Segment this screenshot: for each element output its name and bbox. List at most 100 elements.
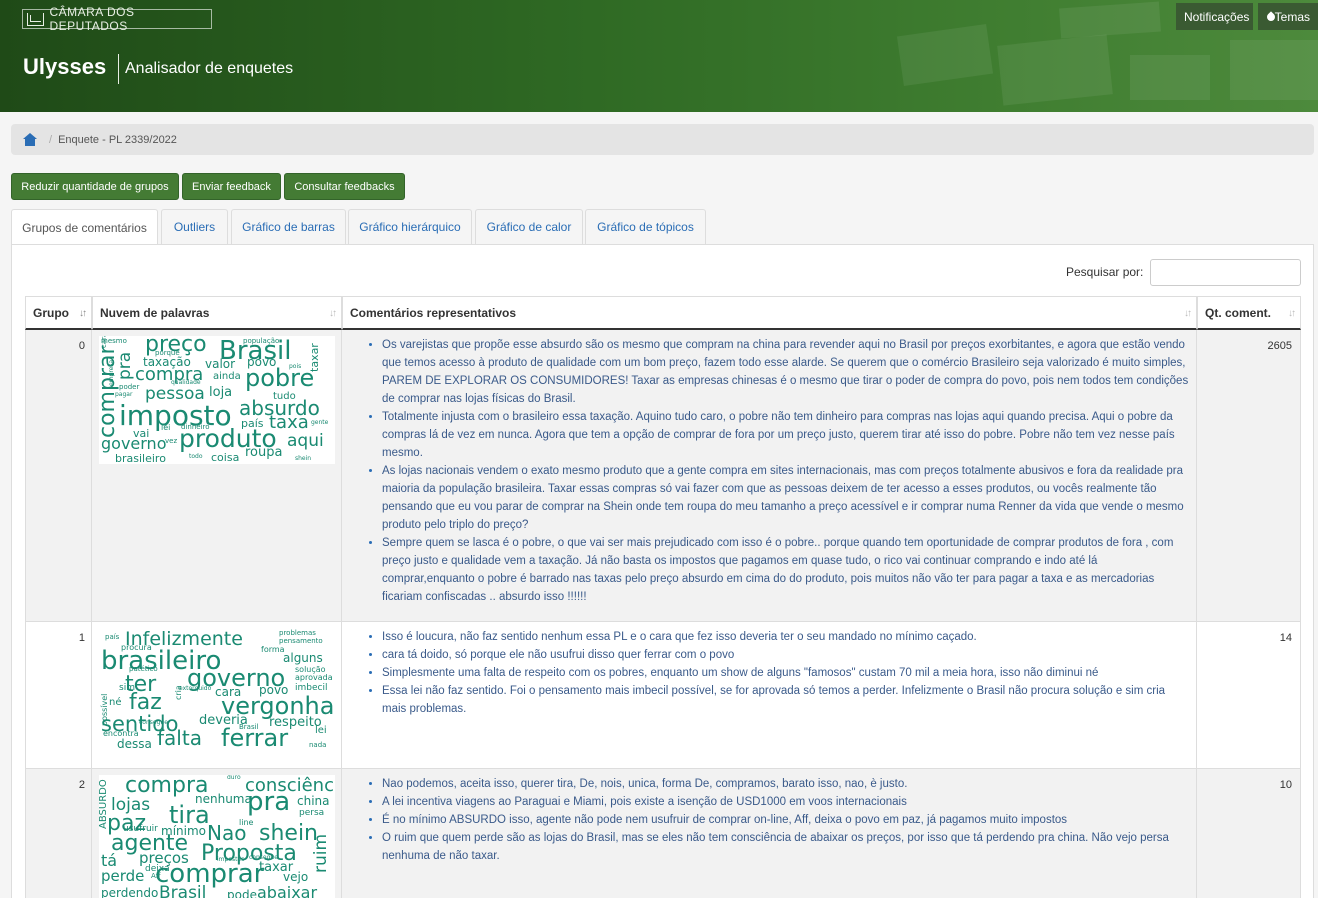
cloud-word: valor <box>205 357 236 371</box>
cloud-word: lei <box>161 423 171 432</box>
breadcrumb: / Enquete - PL 2339/2022 <box>11 124 1314 155</box>
cloud-word: poder <box>119 383 140 391</box>
comment-count: 2605 <box>1197 330 1301 621</box>
themes-button[interactable]: Temas <box>1258 3 1318 30</box>
cloud-word: porque <box>155 349 180 357</box>
title-divider <box>118 54 119 84</box>
cloud-word: país <box>105 633 120 641</box>
column-header-comments[interactable]: Comentários representativos ↓↑ <box>342 296 1197 330</box>
word-cloud-cell: preço Brasil comprar compra pobre taxaçã… <box>92 330 342 621</box>
header-decoration <box>997 34 1113 106</box>
comment-item: O ruim que quem perde são as lojas do Br… <box>382 829 1190 865</box>
reduce-groups-button[interactable]: Reduzir quantidade de grupos <box>11 173 179 200</box>
table-row: 0 preço Brasil comprar compra pobre taxa… <box>25 330 1301 622</box>
cloud-word: procura <box>121 643 152 652</box>
tab-topics-chart[interactable]: Gráfico de tópicos <box>585 209 706 244</box>
search-label: Pesquisar por: <box>1066 265 1144 279</box>
column-header-count[interactable]: Qt. coment. ↓↑ <box>1197 296 1301 330</box>
sort-icon: ↓↑ <box>1288 308 1296 319</box>
comment-item: Sempre quem se lasca é o pobre, o que va… <box>382 534 1190 606</box>
group-number: 1 <box>25 622 92 768</box>
comment-item: Isso é loucura, não faz sentido nenhum e… <box>382 628 1190 646</box>
table-row: 2 compra consciência pra lojas nenhuma c… <box>25 769 1301 898</box>
cloud-word: pagar <box>115 391 133 398</box>
cloud-word: gente <box>311 419 329 426</box>
group-number: 0 <box>25 330 92 621</box>
cloud-word: taxação <box>143 355 191 369</box>
comment-item: É no mínimo ABSURDO isso, agente não pod… <box>382 811 1190 829</box>
cloud-word: país <box>241 417 264 430</box>
cloud-word: Aff <box>151 872 161 880</box>
logo-text: CÂMARA DOS DEPUTADOS <box>49 5 135 33</box>
cloud-word: pra <box>115 351 135 380</box>
comment-item: Totalmente injusta com o brasileiro essa… <box>382 408 1190 462</box>
cloud-word: possível <box>100 693 109 726</box>
tab-panel: Pesquisar por: Grupo ↓↑ Nuvem de palavra… <box>11 244 1314 898</box>
cloud-word: empresa <box>108 359 115 386</box>
cloud-word: aqui <box>287 431 324 451</box>
comments-list: Nao podemos, aceita isso, querer tira, D… <box>362 775 1190 865</box>
header-decoration <box>1130 55 1210 100</box>
table-row: 1 Infelizmente problemas pensamento bras… <box>25 622 1301 769</box>
view-feedbacks-button[interactable]: Consultar feedbacks <box>284 173 405 200</box>
cloud-word: né <box>109 697 122 708</box>
tab-comment-groups[interactable]: Grupos de comentários <box>11 209 158 245</box>
cloud-word: china <box>297 794 330 808</box>
cloud-word: problemas <box>279 629 316 637</box>
header-decoration <box>1230 40 1318 100</box>
comment-item: A lei incentiva viagens ao Paraguai e Mi… <box>382 793 1190 811</box>
camara-logo-icon <box>27 12 45 26</box>
word-cloud-cell: Infelizmente problemas pensamento brasil… <box>92 622 342 768</box>
breadcrumb-separator: / <box>49 133 53 146</box>
cloud-word: tá <box>101 851 118 870</box>
column-header-count-label: Qt. coment. <box>1205 305 1272 320</box>
cloud-word: consegue <box>249 854 278 861</box>
cloud-word: pois <box>289 363 302 370</box>
cloud-word: nada <box>309 741 327 749</box>
cloud-word: lei <box>315 725 327 736</box>
cloud-word: aprovada <box>295 673 333 682</box>
tab-heat-chart[interactable]: Gráfico de calor <box>475 209 583 244</box>
tab-bar-chart[interactable]: Gráfico de barras <box>231 209 346 244</box>
cloud-word: patético <box>129 665 158 673</box>
camara-logo[interactable]: CÂMARA DOS DEPUTADOS <box>22 5 212 33</box>
comment-item: As lojas nacionais vendem o exato mesmo … <box>382 462 1190 534</box>
column-header-group[interactable]: Grupo ↓↑ <box>25 296 92 330</box>
home-icon[interactable] <box>23 133 37 146</box>
drop-icon <box>1266 11 1271 22</box>
comment-item: cara tá doido, só porque ele não usufrui… <box>382 646 1190 664</box>
cloud-word: forma <box>261 645 285 654</box>
cloud-word: ruim <box>311 833 331 873</box>
sort-asc-icon: ↓↑ <box>79 308 87 319</box>
cloud-word: Brasil <box>239 723 259 731</box>
column-header-cloud-label: Nuvem de palavras <box>100 305 210 320</box>
app-header: CÂMARA DOS DEPUTADOS Ulysses Analisador … <box>0 0 1318 112</box>
column-header-group-label: Grupo <box>33 305 69 320</box>
cloud-word: dinheiro <box>181 423 210 431</box>
cloud-word: falta <box>157 726 202 750</box>
cloud-word: população <box>243 337 280 345</box>
send-feedback-button[interactable]: Enviar feedback <box>182 173 281 200</box>
cloud-word: perdendo <box>101 886 159 898</box>
cloud-word: duro <box>227 775 241 781</box>
app-title: Ulysses <box>23 54 107 79</box>
notifications-label: Notificações <box>1184 9 1250 24</box>
search-input[interactable] <box>1150 259 1301 286</box>
cloud-word: ainda <box>213 371 241 382</box>
sort-icon: ↓↑ <box>329 308 337 319</box>
tab-hierarchical-chart[interactable]: Gráfico hierárquico <box>348 209 472 244</box>
cloud-word: roupa <box>245 445 283 460</box>
cloud-word: perde <box>101 867 145 885</box>
app-subtitle: Analisador de enquetes <box>125 60 294 77</box>
header-decoration <box>1059 1 1161 39</box>
notifications-button[interactable]: Notificações <box>1176 3 1253 30</box>
cloud-word: abaixar <box>257 883 318 898</box>
word-cloud-image: Infelizmente problemas pensamento brasil… <box>99 628 335 756</box>
tab-outliers[interactable]: Outliers <box>161 209 228 244</box>
comments-list: Isso é loucura, não faz sentido nenhum e… <box>362 628 1190 718</box>
word-cloud-image: compra consciência pra lojas nenhuma chi… <box>99 775 335 898</box>
cloud-word: extorquido <box>179 685 212 692</box>
column-header-cloud[interactable]: Nuvem de palavras ↓↑ <box>92 296 342 330</box>
cloud-word: usufruir <box>123 824 158 834</box>
comment-item: Nao podemos, aceita isso, querer tira, D… <box>382 775 1190 793</box>
